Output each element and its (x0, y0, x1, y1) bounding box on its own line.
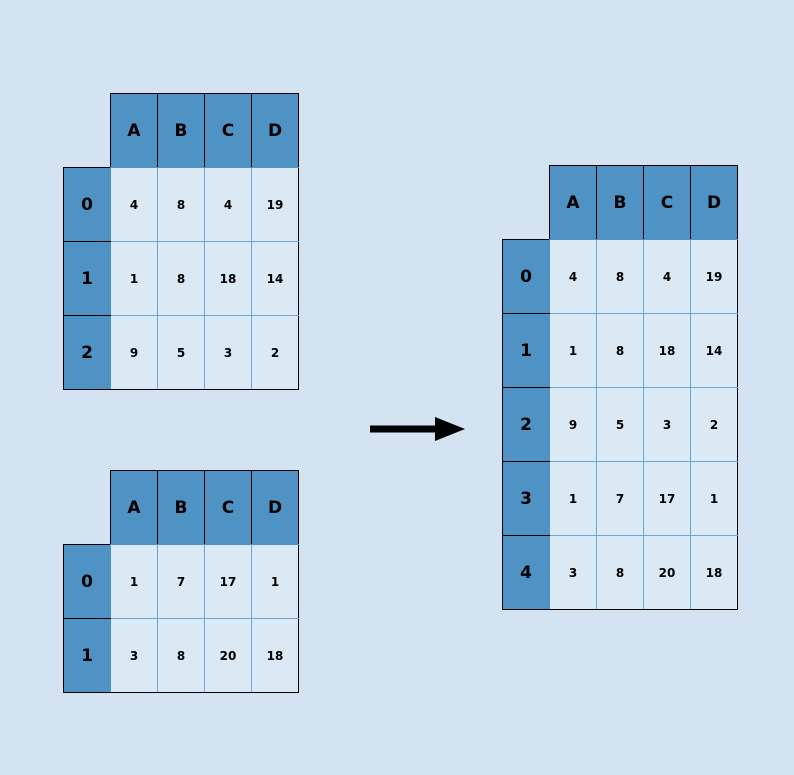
data-cell: 8 (597, 536, 644, 610)
data-cell: 1 (252, 545, 299, 619)
data-cell: 3 (205, 316, 252, 390)
col-header: D (252, 471, 299, 545)
dataframe-table-result: A B C D 0 4 8 4 19 1 1 8 18 14 2 9 5 3 2… (502, 165, 738, 610)
row-header: 0 (503, 240, 550, 314)
corner-cell (64, 94, 111, 168)
col-header: A (550, 166, 597, 240)
col-header: B (158, 471, 205, 545)
data-cell: 1 (111, 545, 158, 619)
corner-cell (64, 471, 111, 545)
col-header: D (252, 94, 299, 168)
data-cell: 8 (158, 168, 205, 242)
data-cell: 2 (252, 316, 299, 390)
data-cell: 8 (597, 314, 644, 388)
data-cell: 18 (691, 536, 738, 610)
data-cell: 2 (691, 388, 738, 462)
row-header: 1 (64, 619, 111, 693)
dataframe-table-top-left: A B C D 0 4 8 4 19 1 1 8 18 14 2 9 5 3 2 (63, 93, 299, 390)
data-cell: 3 (644, 388, 691, 462)
col-header: A (111, 471, 158, 545)
col-header: C (205, 471, 252, 545)
data-cell: 5 (158, 316, 205, 390)
data-cell: 8 (158, 242, 205, 316)
data-cell: 4 (550, 240, 597, 314)
data-cell: 1 (550, 314, 597, 388)
data-cell: 1 (111, 242, 158, 316)
row-header: 2 (503, 388, 550, 462)
data-cell: 4 (205, 168, 252, 242)
row-header: 1 (503, 314, 550, 388)
dataframe-table-bottom-left: A B C D 0 1 7 17 1 1 3 8 20 18 (63, 470, 299, 693)
data-cell: 18 (252, 619, 299, 693)
row-header: 1 (64, 242, 111, 316)
row-header: 2 (64, 316, 111, 390)
data-cell: 17 (205, 545, 252, 619)
row-header: 4 (503, 536, 550, 610)
data-cell: 8 (158, 619, 205, 693)
data-cell: 1 (550, 462, 597, 536)
col-header: A (111, 94, 158, 168)
col-header: B (158, 94, 205, 168)
data-cell: 20 (205, 619, 252, 693)
data-cell: 19 (691, 240, 738, 314)
data-cell: 7 (597, 462, 644, 536)
col-header: C (644, 166, 691, 240)
data-cell: 14 (252, 242, 299, 316)
data-cell: 9 (111, 316, 158, 390)
data-cell: 18 (205, 242, 252, 316)
row-header: 0 (64, 545, 111, 619)
data-cell: 1 (691, 462, 738, 536)
col-header: D (691, 166, 738, 240)
data-cell: 8 (597, 240, 644, 314)
data-cell: 14 (691, 314, 738, 388)
data-cell: 4 (111, 168, 158, 242)
data-cell: 7 (158, 545, 205, 619)
data-cell: 9 (550, 388, 597, 462)
data-cell: 4 (644, 240, 691, 314)
row-header: 3 (503, 462, 550, 536)
row-header: 0 (64, 168, 111, 242)
data-cell: 19 (252, 168, 299, 242)
corner-cell (503, 166, 550, 240)
data-cell: 20 (644, 536, 691, 610)
data-cell: 3 (550, 536, 597, 610)
data-cell: 18 (644, 314, 691, 388)
col-header: B (597, 166, 644, 240)
data-cell: 5 (597, 388, 644, 462)
col-header: C (205, 94, 252, 168)
data-cell: 3 (111, 619, 158, 693)
data-cell: 17 (644, 462, 691, 536)
arrow-right-icon (365, 412, 465, 452)
